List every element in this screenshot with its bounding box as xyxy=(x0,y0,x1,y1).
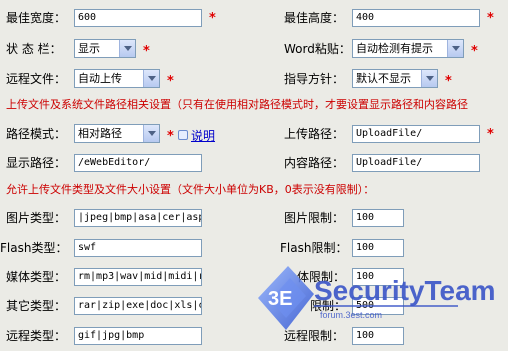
other-type-label: 其它类型： xyxy=(6,299,67,313)
required-mark: * xyxy=(445,74,452,89)
best-width-input[interactable]: 600 xyxy=(74,9,202,27)
required-mark: * xyxy=(167,129,174,144)
chevron-down-icon xyxy=(119,40,135,57)
file-size-note: 允许上传文件类型及文件大小设置（文件大小单位为KB，0表示没有限制）： xyxy=(6,183,375,196)
remote-file-label: 远程文件： xyxy=(6,72,67,86)
badge-text: 3E xyxy=(268,288,292,310)
remote-limit-label: 远程限制： xyxy=(284,329,345,343)
other-type-input[interactable]: rar|zip|exe|doc|xls|c xyxy=(74,297,202,315)
status-bar-value: 显示 xyxy=(78,42,100,55)
required-mark: * xyxy=(167,74,174,89)
help-link[interactable]: 说明 xyxy=(191,127,215,144)
remote-limit-input[interactable]: 100 xyxy=(352,327,404,345)
display-path-label: 显示路径： xyxy=(6,156,67,170)
content-path-input[interactable]: UploadFile/ xyxy=(352,154,480,172)
remote-type-input[interactable]: gif|jpg|bmp xyxy=(74,327,202,345)
guideline-select[interactable]: 默认不显示 xyxy=(352,69,438,88)
image-type-input[interactable]: |jpeg|bmp|asa|cer|asp xyxy=(74,209,202,227)
upload-path-note: 上传文件及系统文件路径相关设置（只有在使用相对路径模式时，才要设置显示路径和内容… xyxy=(6,98,468,111)
upload-path-label: 上传路径： xyxy=(284,127,345,141)
path-mode-label: 路径模式： xyxy=(6,127,67,141)
best-height-label: 最佳高度： xyxy=(284,11,345,25)
chevron-down-icon xyxy=(421,70,437,87)
other-limit-input[interactable]: 500 xyxy=(352,297,404,315)
guideline-value: 默认不显示 xyxy=(356,72,411,85)
upload-path-input[interactable]: UploadFile/ xyxy=(352,125,480,143)
content-path-label: 内容路径： xyxy=(284,156,345,170)
path-mode-value: 相对路径 xyxy=(78,127,122,140)
flash-type-input[interactable]: swf xyxy=(74,239,202,257)
chevron-down-icon xyxy=(143,70,159,87)
required-mark: * xyxy=(143,44,150,59)
path-mode-select[interactable]: 相对路径 xyxy=(74,124,160,143)
image-limit-input[interactable]: 100 xyxy=(352,209,404,227)
help-icon[interactable] xyxy=(178,130,188,140)
media-limit-input[interactable]: 100 xyxy=(352,268,404,286)
flash-type-label: Flash类型： xyxy=(0,241,68,255)
media-limit-label: 体限制： xyxy=(297,270,346,284)
word-paste-value: 自动检测有提示 xyxy=(356,42,433,55)
chevron-down-icon xyxy=(143,125,159,142)
image-type-label: 图片类型： xyxy=(6,211,67,225)
best-width-label: 最佳宽度： xyxy=(6,11,67,25)
required-mark: * xyxy=(487,11,494,26)
word-paste-label: Word粘贴： xyxy=(284,42,351,56)
other-limit-label: 限制： xyxy=(310,299,347,313)
required-mark: * xyxy=(209,11,216,26)
display-path-input[interactable]: /eWebEditor/ xyxy=(74,154,202,172)
required-mark: * xyxy=(471,44,478,59)
required-mark: * xyxy=(487,127,494,142)
best-height-input[interactable]: 400 xyxy=(352,9,480,27)
remote-file-select[interactable]: 自动上传 xyxy=(74,69,160,88)
flash-limit-input[interactable]: 100 xyxy=(352,239,404,257)
media-type-label: 媒体类型： xyxy=(6,270,67,284)
status-bar-select[interactable]: 显示 xyxy=(74,39,136,58)
guideline-label: 指导方针： xyxy=(284,72,345,86)
status-bar-label: 状 态 栏： xyxy=(6,42,62,56)
image-limit-label: 图片限制： xyxy=(284,211,345,225)
chevron-down-icon xyxy=(447,40,463,57)
remote-type-label: 远程类型： xyxy=(6,329,67,343)
remote-file-value: 自动上传 xyxy=(78,72,122,85)
word-paste-select[interactable]: 自动检测有提示 xyxy=(352,39,464,58)
media-type-input[interactable]: rm|mp3|wav|mid|midi|r xyxy=(74,268,202,286)
flash-limit-label: Flash限制： xyxy=(280,241,348,255)
